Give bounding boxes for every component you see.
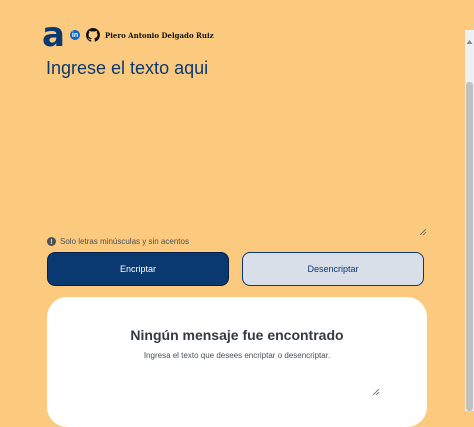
input-hint: ! Solo letras minúsculas y sin acentos [47, 237, 189, 246]
result-card: Ningún mensaje fue encontrado Ingresa el… [47, 297, 427, 427]
scrollbar[interactable] [465, 30, 474, 411]
author-name: Piero Antonio Delgado Ruiz [105, 30, 214, 40]
header: a in Piero Antonio Delgado Ruiz [42, 18, 214, 52]
text-input[interactable] [46, 58, 428, 230]
decrypt-button[interactable]: Desencriptar [242, 252, 424, 286]
resize-grip-icon[interactable] [372, 382, 380, 396]
result-subtitle: Ingresa el texto que desees encriptar o … [143, 351, 331, 360]
alura-logo[interactable]: a [42, 18, 65, 52]
resize-grip-icon[interactable] [419, 222, 427, 236]
linkedin-icon[interactable]: in [70, 30, 80, 40]
scrollbar-thumb[interactable] [466, 82, 473, 411]
info-icon: ! [47, 237, 56, 246]
encrypt-button[interactable]: Encriptar [47, 252, 229, 286]
scroll-up-icon[interactable] [466, 32, 473, 44]
github-icon[interactable] [86, 28, 100, 42]
hint-text: Solo letras minúsculas y sin acentos [60, 237, 189, 246]
result-title: Ningún mensaje fue encontrado [130, 327, 344, 343]
